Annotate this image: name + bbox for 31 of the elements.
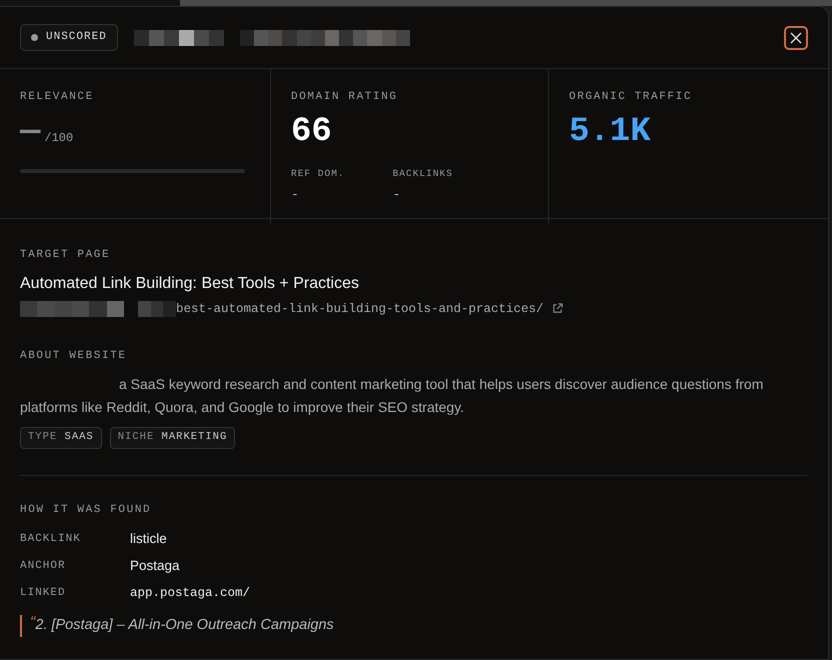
metric-label: ORGANIC TRAFFIC [569, 90, 694, 105]
field-label: BACKLINK [20, 532, 82, 548]
score-suffix: /100 [44, 130, 74, 147]
section-heading: TARGET PAGE [20, 248, 112, 263]
sub-metric-value: - [291, 186, 300, 204]
field-value: Postaga [130, 557, 180, 576]
sub-metric-value: - [392, 186, 402, 204]
quote-text: “2. [Postaga] – All-in-One Outreach Campaigns [20, 615, 808, 637]
website-description: a SaaS keyword research and content marketing tool that helps users discover audience questions from platforms like Reddit, Quora, and Google to improve their SEO strategy. [20, 374, 764, 417]
field-label: ANCHOR [20, 559, 67, 574]
metric-label: DOMAIN RATING [291, 90, 399, 105]
field-value: app.postaga.com/ [130, 585, 250, 602]
external-link-icon[interactable] [552, 303, 563, 314]
metric-label: RELEVANCE [20, 90, 95, 105]
rating-value: 66 [291, 114, 333, 151]
page-url[interactable]: best-automated-link-building-tools-and-practices/ [176, 300, 544, 318]
close-icon [790, 32, 802, 44]
section-heading: HOW IT WAS FOUND [20, 502, 152, 518]
tag: NICHE MARKETING [110, 426, 236, 448]
field-label: LINKED [20, 586, 67, 602]
sub-metric-label: REF DOM. [291, 166, 345, 181]
score-value: — [20, 114, 40, 151]
section-heading: ABOUT WEBSITE [20, 349, 128, 364]
status-badge: UNSCORED [20, 24, 118, 51]
sub-metric-label: BACKLINKS [392, 166, 453, 181]
tag: TYPE SAAS [20, 426, 102, 448]
field-value: listicle [130, 530, 167, 548]
close-button[interactable] [784, 26, 808, 50]
traffic-value: 5.1K [569, 114, 652, 151]
page-title: Automated Link Building: Best Tools + Practices [20, 274, 360, 294]
redacted-block [138, 300, 176, 317]
